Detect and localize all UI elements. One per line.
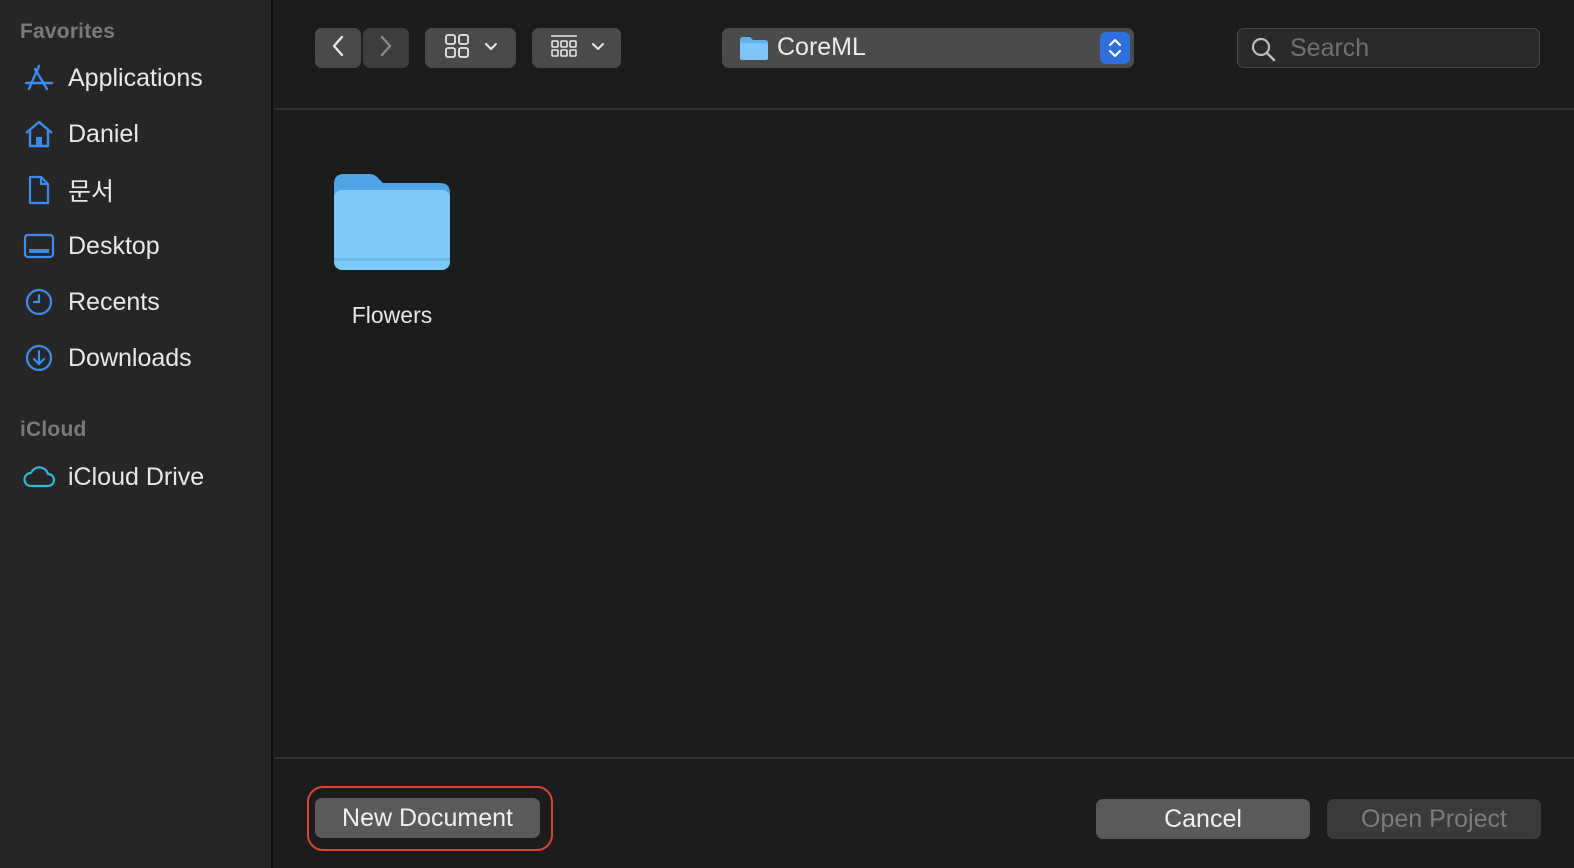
folder-icon xyxy=(332,170,452,279)
cancel-button[interactable]: Cancel xyxy=(1096,799,1310,839)
chevron-down-icon xyxy=(484,39,498,57)
icon-view-button[interactable] xyxy=(425,28,516,68)
desktop-icon xyxy=(22,229,56,263)
sidebar-item-label: 문서 xyxy=(68,178,115,206)
cloud-icon xyxy=(22,460,56,494)
home-icon xyxy=(22,117,56,151)
chevron-left-icon xyxy=(330,34,346,63)
file-browser: CoreML Flowers New Document Cancel Open … xyxy=(275,0,1574,868)
toolbar: CoreML xyxy=(275,0,1574,110)
back-button[interactable] xyxy=(315,28,361,68)
sidebar-item-documents[interactable]: 문서 xyxy=(0,166,271,214)
sidebar-item-label: Downloads xyxy=(68,343,192,372)
group-icon xyxy=(549,33,579,64)
search-field[interactable] xyxy=(1237,28,1540,68)
forward-button[interactable] xyxy=(363,28,409,68)
open-project-button[interactable]: Open Project xyxy=(1327,799,1541,839)
sidebar-item-recents[interactable]: Recents xyxy=(0,278,271,326)
document-icon xyxy=(22,173,56,207)
sidebar-item-downloads[interactable]: Downloads xyxy=(0,334,271,382)
chevron-right-icon xyxy=(378,34,394,63)
group-by-button[interactable] xyxy=(532,28,621,68)
footer-divider xyxy=(275,757,1574,759)
sidebar-item-label: Desktop xyxy=(68,231,160,260)
folder-icon xyxy=(739,35,769,66)
sidebar-item-label: Applications xyxy=(68,63,203,92)
stepper-icon xyxy=(1100,32,1130,64)
clock-icon xyxy=(22,285,56,319)
chevron-down-icon xyxy=(591,39,605,57)
download-icon xyxy=(22,341,56,375)
folder-item[interactable]: Flowers xyxy=(330,170,454,340)
new-document-button[interactable]: New Document xyxy=(315,798,540,838)
path-popup[interactable]: CoreML xyxy=(722,28,1134,68)
applications-icon xyxy=(22,61,56,95)
path-label: CoreML xyxy=(777,33,866,61)
grid-view-icon xyxy=(444,33,470,64)
search-icon xyxy=(1250,36,1276,67)
sidebar: Favorites Applications Daniel 문서 Desktop… xyxy=(0,0,273,868)
sidebar-item-icloud-drive[interactable]: iCloud Drive xyxy=(0,453,271,501)
favorites-header: Favorites xyxy=(20,20,116,43)
icloud-header: iCloud xyxy=(20,418,87,441)
sidebar-item-label: Daniel xyxy=(68,119,139,148)
sidebar-item-label: Recents xyxy=(68,287,160,316)
sidebar-item-applications[interactable]: Applications xyxy=(0,54,271,102)
sidebar-item-daniel[interactable]: Daniel xyxy=(0,110,271,158)
search-input[interactable] xyxy=(1290,33,1530,63)
folder-name: Flowers xyxy=(351,302,433,328)
sidebar-item-label: iCloud Drive xyxy=(68,462,205,491)
sidebar-item-desktop[interactable]: Desktop xyxy=(0,222,271,270)
